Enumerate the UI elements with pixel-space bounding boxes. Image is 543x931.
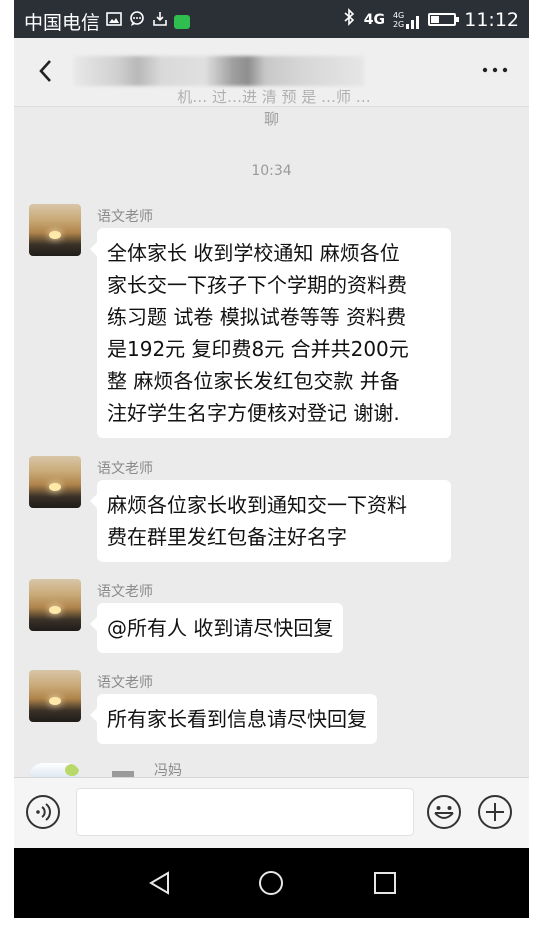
sunset-graphic bbox=[49, 697, 61, 705]
status-bar: 中国电信 4G 4G 2G 11:12 bbox=[14, 0, 529, 38]
input-bar bbox=[14, 777, 529, 848]
sunset-graphic bbox=[49, 231, 61, 239]
status-left: 中国电信 bbox=[24, 8, 191, 35]
battery-fill bbox=[431, 16, 440, 23]
system-message-line2: 聊 bbox=[263, 110, 279, 128]
clock: 11:12 bbox=[464, 8, 519, 31]
more-horizontal-icon[interactable] bbox=[479, 60, 511, 80]
sender-name: 冯妈 bbox=[154, 763, 182, 776]
square-recents-icon[interactable] bbox=[373, 871, 397, 895]
sender-name: 语文老师 bbox=[97, 461, 153, 477]
avatar[interactable] bbox=[29, 763, 81, 777]
system-message: 机… 过…进 清 预 是 …师 … bbox=[177, 88, 371, 106]
message-line: 费在群里发红包备注好名字 bbox=[107, 525, 347, 549]
status-right: 4G 4G 2G 11:12 bbox=[342, 8, 519, 31]
voice-icon[interactable] bbox=[25, 794, 61, 830]
message-input[interactable] bbox=[76, 788, 414, 836]
message-line: 家长交一下孩子下个学期的资料费 bbox=[107, 273, 407, 297]
chat-bubble-icon bbox=[128, 11, 146, 32]
image-icon bbox=[106, 11, 122, 32]
message-bubble[interactable]: @所有人 收到请尽快回复 bbox=[89, 603, 344, 653]
message-bubble[interactable]: 麻烦各位家长收到通知交一下资料 费在群里发红包备注好名字 bbox=[90, 480, 451, 562]
download-icon bbox=[152, 11, 168, 32]
message-line: 注好学生名字方便核对登记 谢谢. bbox=[107, 401, 400, 425]
network-small-top: 4G bbox=[392, 10, 405, 20]
avatar[interactable] bbox=[29, 670, 81, 722]
network-small-bottom: 2G bbox=[392, 19, 405, 29]
sender-name: 语文老师 bbox=[97, 675, 153, 691]
message-line: 练习题 试卷 模拟试卷等等 资料费 bbox=[107, 305, 407, 329]
network-label: 4G bbox=[363, 11, 385, 28]
message-line: 全体家长 收到学校通知 麻烦各位 bbox=[107, 241, 400, 265]
avatar[interactable] bbox=[29, 204, 81, 256]
sunset-graphic bbox=[49, 606, 61, 614]
sender-name: 语文老师 bbox=[97, 209, 153, 225]
sunset-graphic bbox=[49, 483, 61, 491]
message-line: @所有人 收到请尽快回复 bbox=[107, 616, 334, 640]
phone-screen: 中国电信 4G 4G 2G 11:12 机… 过…进 清 预 是 …师 … 聊 … bbox=[14, 0, 529, 918]
circle-home-icon[interactable] bbox=[258, 870, 284, 896]
signal-icon: 4G 2G bbox=[393, 11, 420, 29]
timestamp: 10:34 bbox=[251, 163, 292, 179]
emoji-icon[interactable] bbox=[426, 794, 462, 830]
message-line: 麻烦各位家长收到通知交一下资料 bbox=[107, 493, 407, 517]
message-line: 是192元 复印费8元 合并共200元 bbox=[107, 337, 409, 361]
plus-icon[interactable] bbox=[477, 794, 513, 830]
sender-name: 语文老师 bbox=[97, 584, 153, 600]
badge-icon bbox=[65, 764, 79, 776]
triangle-back-icon[interactable] bbox=[147, 870, 173, 896]
battery-icon bbox=[428, 13, 460, 26]
avatar[interactable] bbox=[29, 456, 81, 508]
message-bubble[interactable]: 所有家长看到信息请尽快回复 bbox=[90, 694, 377, 744]
chevron-left-icon[interactable] bbox=[34, 56, 58, 86]
message-line: 所有家长看到信息请尽快回复 bbox=[107, 707, 367, 731]
chat-title bbox=[74, 56, 364, 86]
bluetooth-icon bbox=[342, 8, 356, 31]
message-line: 整 麻烦各位家长发红包交款 并备 bbox=[107, 369, 400, 393]
navigation-bar bbox=[14, 848, 529, 918]
app-icon bbox=[174, 14, 191, 29]
carrier-label: 中国电信 bbox=[24, 12, 101, 34]
avatar[interactable] bbox=[29, 579, 81, 631]
message-bubble[interactable]: 全体家长 收到学校通知 麻烦各位 家长交一下孩子下个学期的资料费 练习题 试卷 … bbox=[90, 228, 451, 438]
